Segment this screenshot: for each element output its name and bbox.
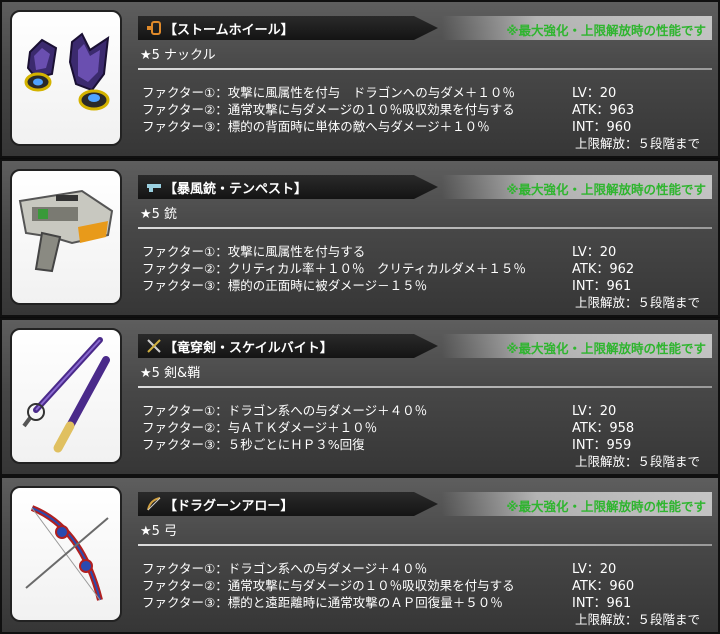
sword-weapon-icon bbox=[22, 337, 110, 453]
sword-icon bbox=[147, 339, 161, 353]
limit-break: 上限解放：５段階まで bbox=[574, 295, 700, 310]
weapon-title-bar: 【暴風銃・テンペスト】 bbox=[138, 175, 438, 199]
limit-break: 上限解放：５段階まで bbox=[574, 454, 700, 469]
weapon-image-dragoon-arrow bbox=[10, 486, 122, 622]
factor-3: ファクター③：標的の背面時に単体の敵へ与ダメージ＋１０％ bbox=[142, 119, 490, 134]
weapon-title-bar: 【ストームホイール】 bbox=[138, 16, 438, 40]
weapon-image-scale-bite bbox=[10, 328, 122, 464]
performance-note-bar: ※最大強化・上限解放時の性能です bbox=[442, 175, 712, 199]
weapon-title: 【ドラグーンアロー】 bbox=[164, 499, 294, 514]
weapon-title: 【竜穿剣・スケイルバイト】 bbox=[164, 341, 333, 356]
weapon-image-storm-wheel bbox=[10, 10, 122, 146]
performance-note: ※最大強化・上限解放時の性能です bbox=[506, 341, 706, 356]
divider bbox=[138, 544, 712, 546]
weapon-image-tempest bbox=[10, 169, 122, 305]
factor-3: ファクター③：５秒ごとにＨＰ３%回復 bbox=[142, 437, 365, 452]
gun-icon bbox=[147, 184, 161, 192]
performance-note: ※最大強化・上限解放時の性能です bbox=[506, 182, 706, 197]
weapon-card: 【竜穿剣・スケイルバイト】 ※最大強化・上限解放時の性能です ★5 剣&鞘 ファ… bbox=[0, 318, 720, 476]
factor-3: ファクター③：標的と遠距離時に通常攻撃のＡＰ回復量＋５０％ bbox=[142, 595, 503, 610]
limit-break: 上限解放：５段階まで bbox=[574, 136, 700, 151]
weapon-list: 【ストームホイール】 ※最大強化・上限解放時の性能です ★5 ナックル ファクタ… bbox=[0, 0, 720, 634]
bow-weapon-icon bbox=[25, 505, 109, 601]
weapon-title-bar: 【ドラグーンアロー】 bbox=[138, 492, 438, 516]
weapon-rarity: ★5 剣&鞘 bbox=[140, 366, 201, 381]
knuckle-icon bbox=[147, 21, 161, 35]
performance-note-bar: ※最大強化・上限解放時の性能です bbox=[442, 334, 712, 358]
knuckle-weapon-icon bbox=[24, 32, 110, 111]
weapon-title-bar: 【竜穿剣・スケイルバイト】 bbox=[138, 334, 438, 358]
limit-break: 上限解放：５段階まで bbox=[574, 612, 700, 627]
weapon-card: 【ストームホイール】 ※最大強化・上限解放時の性能です ★5 ナックル ファクタ… bbox=[0, 0, 720, 158]
weapon-card: 【ドラグーンアロー】 ※最大強化・上限解放時の性能です ★5 弓 ファクター①：… bbox=[0, 476, 720, 634]
weapon-title: 【ストームホイール】 bbox=[164, 23, 294, 38]
performance-note-bar: ※最大強化・上限解放時の性能です bbox=[442, 16, 712, 40]
performance-note-bar: ※最大強化・上限解放時の性能です bbox=[442, 492, 712, 516]
weapon-card: 【暴風銃・テンペスト】 ※最大強化・上限解放時の性能です ★5 銃 ファクター①… bbox=[0, 159, 720, 317]
performance-note: ※最大強化・上限解放時の性能です bbox=[506, 23, 706, 38]
bow-icon bbox=[147, 497, 161, 511]
weapon-rarity: ★5 弓 bbox=[140, 524, 178, 539]
gun-weapon-icon bbox=[18, 189, 114, 273]
divider bbox=[138, 386, 712, 388]
weapon-rarity: ★5 ナックル bbox=[140, 48, 216, 63]
factor-3: ファクター③：標的の正面時に被ダメージ－１５％ bbox=[142, 278, 428, 293]
performance-note: ※最大強化・上限解放時の性能です bbox=[506, 499, 706, 514]
divider bbox=[138, 68, 712, 70]
weapon-title: 【暴風銃・テンペスト】 bbox=[164, 182, 308, 197]
weapon-rarity: ★5 銃 bbox=[140, 207, 178, 222]
divider bbox=[138, 227, 712, 229]
